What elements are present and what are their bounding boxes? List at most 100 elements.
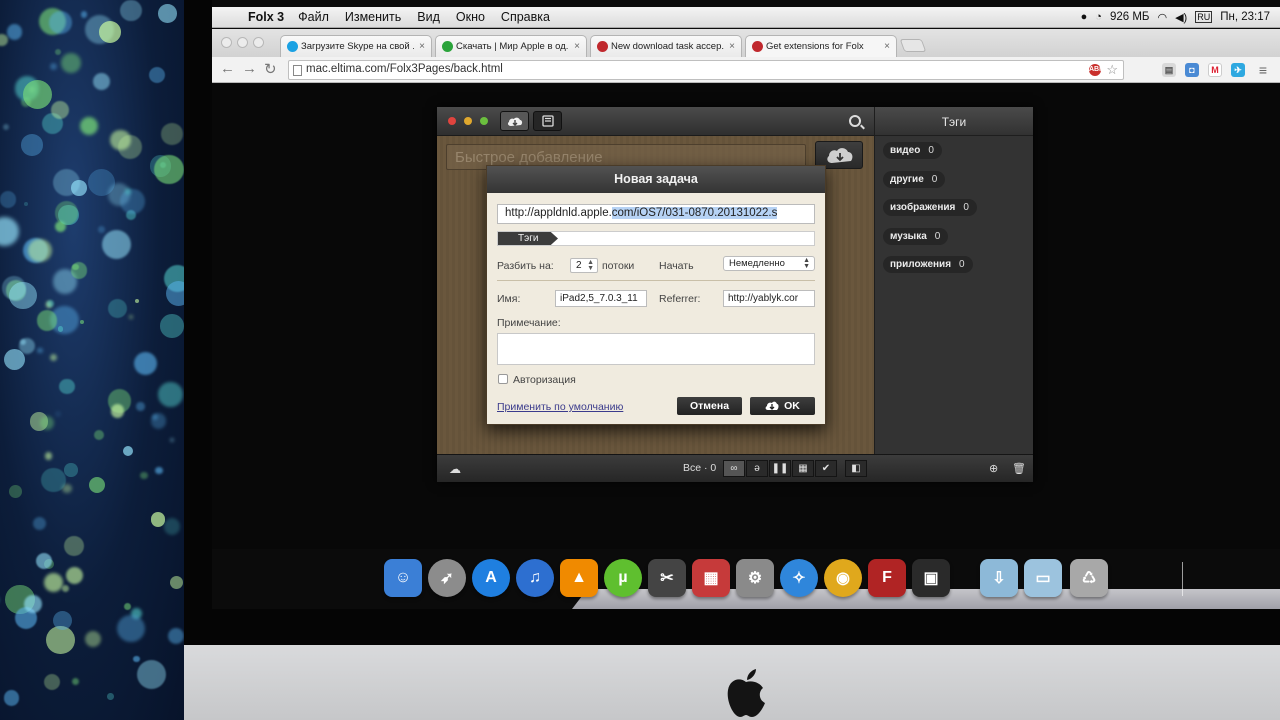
- bokeh-dot: [3, 690, 20, 706]
- note-textarea[interactable]: [497, 333, 815, 365]
- keyboard-layout[interactable]: RU: [1195, 11, 1213, 23]
- browser-tab[interactable]: Скачать | Мир Apple в од... ×: [435, 35, 587, 57]
- tags-field[interactable]: Тэги: [497, 231, 815, 246]
- search-icon[interactable]: [849, 115, 861, 127]
- gmail-icon[interactable]: M: [1208, 63, 1222, 77]
- safari-icon[interactable]: ✧: [780, 559, 818, 597]
- url-input[interactable]: http://appldnld.apple.com/iOS7/031-0870.…: [497, 204, 815, 224]
- cloud-icon[interactable]: ☁: [449, 462, 461, 476]
- menu-app-name[interactable]: Folx 3: [248, 10, 284, 24]
- bokeh-dot: [150, 412, 167, 429]
- wifi-icon[interactable]: ◠: [1157, 11, 1167, 24]
- close-tab-icon[interactable]: ×: [419, 41, 425, 52]
- status-icon[interactable]: ●: [1081, 11, 1088, 23]
- app-store-icon[interactable]: A: [472, 559, 510, 597]
- bookmark-star-icon[interactable]: ☆: [1106, 62, 1118, 78]
- browser-tab[interactable]: Get extensions for Folx ×: [745, 35, 897, 57]
- zoom-window-button[interactable]: [253, 37, 264, 48]
- bokeh-dot: [2, 124, 9, 131]
- final-cut-icon[interactable]: ✂: [648, 559, 686, 597]
- folx-bottom-bar: ☁ Все · 0 ∞ ə ❚❚ ▦ ✔ ◧ ⊕ 🗑: [437, 454, 1033, 482]
- photos-icon[interactable]: ▣: [912, 559, 950, 597]
- close-tab-icon[interactable]: ×: [574, 41, 580, 52]
- browser-tab[interactable]: Загрузите Skype на свой ... ×: [280, 35, 432, 57]
- downloads-stack-icon[interactable]: ⇩: [980, 559, 1018, 597]
- trash-icon[interactable]: ♺: [1070, 559, 1108, 597]
- tag-item[interactable]: изображения 0: [883, 199, 977, 216]
- chrome-icon[interactable]: ◉: [824, 559, 862, 597]
- memory-readout[interactable]: 926 МБ: [1110, 11, 1150, 23]
- photo-booth-icon[interactable]: ▦: [692, 559, 730, 597]
- close-button[interactable]: [448, 117, 456, 125]
- zoom-button[interactable]: [480, 117, 488, 125]
- vlc-icon[interactable]: ▲: [560, 559, 598, 597]
- apply-defaults-link[interactable]: Применить по умолчанию: [497, 401, 623, 413]
- trash-icon[interactable]: 🗑: [1012, 462, 1026, 475]
- close-window-button[interactable]: [221, 37, 232, 48]
- extension-icon[interactable]: ◘: [1185, 63, 1199, 77]
- extension-icon[interactable]: ▤: [1162, 63, 1176, 77]
- system-preferences-icon[interactable]: ⚙: [736, 559, 774, 597]
- back-arrow-icon[interactable]: ←: [220, 60, 235, 77]
- clock[interactable]: Пн, 23:17: [1220, 11, 1270, 23]
- bokeh-dot: [122, 446, 134, 457]
- bokeh-dot: [54, 48, 62, 56]
- bokeh-dot: [124, 602, 132, 611]
- minimize-button[interactable]: [464, 117, 472, 125]
- launchpad-icon[interactable]: ➶: [428, 559, 466, 597]
- new-tab-button[interactable]: [899, 39, 927, 52]
- ok-button[interactable]: OK: [750, 397, 815, 415]
- tag-item[interactable]: приложения 0: [883, 256, 973, 273]
- auth-checkbox[interactable]: [498, 374, 508, 384]
- browser-tab-strip: Загрузите Skype на свой ... × Скачать | Ми…: [212, 29, 1280, 57]
- reload-icon[interactable]: ↻: [264, 60, 277, 78]
- menu-window[interactable]: Окно: [456, 10, 485, 24]
- ok-label: OK: [784, 400, 800, 412]
- name-input[interactable]: iPad2,5_7.0.3_11: [555, 290, 647, 307]
- utorrent-icon[interactable]: µ: [604, 559, 642, 597]
- minimize-window-button[interactable]: [237, 37, 248, 48]
- completed-filter-icon[interactable]: ✔: [815, 460, 837, 477]
- referrer-input[interactable]: http://yablyk.cor: [723, 290, 815, 307]
- stepper-arrows-icon[interactable]: ▲ ▼: [587, 259, 594, 272]
- tag-item[interactable]: видео 0: [883, 142, 942, 159]
- volume-icon[interactable]: ◀): [1175, 11, 1187, 24]
- abp-icon[interactable]: ABP: [1089, 64, 1104, 76]
- pause-filter-icon[interactable]: ❚❚: [769, 460, 791, 477]
- bokeh-dot: [79, 320, 84, 325]
- forward-arrow-icon[interactable]: →: [242, 60, 257, 77]
- folx-icon: [752, 41, 763, 52]
- scheduled-filter-icon[interactable]: ▦: [792, 460, 814, 477]
- memory-icon[interactable]: ◔: [1095, 11, 1102, 23]
- documents-stack-icon[interactable]: ▭: [1024, 559, 1062, 597]
- itunes-icon[interactable]: ♫: [516, 559, 554, 597]
- tag-item[interactable]: музыка 0: [883, 227, 949, 245]
- close-tab-icon[interactable]: ×: [729, 41, 735, 52]
- menu-edit[interactable]: Изменить: [345, 10, 401, 24]
- browser-tab[interactable]: New download task accep... ×: [590, 35, 742, 57]
- extension-icon[interactable]: ✈: [1231, 63, 1245, 77]
- cancel-button[interactable]: Отмена: [677, 397, 742, 415]
- toggle-sidebar-icon[interactable]: ◧: [845, 460, 867, 477]
- bokeh-dot: [28, 238, 53, 263]
- menu-file[interactable]: Файл: [298, 10, 329, 24]
- menu-help[interactable]: Справка: [501, 10, 550, 24]
- bokeh-dot: [124, 188, 132, 195]
- address-bar[interactable]: mac.eltima.com/Folx3Pages/back.html ABP …: [288, 60, 1124, 80]
- threads-stepper[interactable]: 2 ▲ ▼: [570, 258, 598, 273]
- add-tag-icon[interactable]: ⊕: [989, 462, 998, 475]
- all-count[interactable]: Все · 0: [683, 462, 716, 474]
- link-filter-icon[interactable]: ∞: [723, 460, 745, 477]
- torrent-filter-icon[interactable]: ə: [746, 460, 768, 477]
- downloads-cloud-icon[interactable]: [500, 111, 529, 131]
- start-select[interactable]: Немедленно ▲ ▼: [723, 256, 815, 271]
- bokeh-dot: [136, 402, 145, 411]
- tag-item[interactable]: другие 0: [883, 170, 946, 188]
- dialog-divider: [497, 280, 815, 281]
- torrent-tray-icon[interactable]: [533, 111, 562, 131]
- menu-icon[interactable]: ≡: [1256, 62, 1270, 78]
- folx-icon[interactable]: F: [868, 559, 906, 597]
- finder-icon[interactable]: ☺: [384, 559, 422, 597]
- close-tab-icon[interactable]: ×: [884, 41, 890, 52]
- menu-view[interactable]: Вид: [417, 10, 440, 24]
